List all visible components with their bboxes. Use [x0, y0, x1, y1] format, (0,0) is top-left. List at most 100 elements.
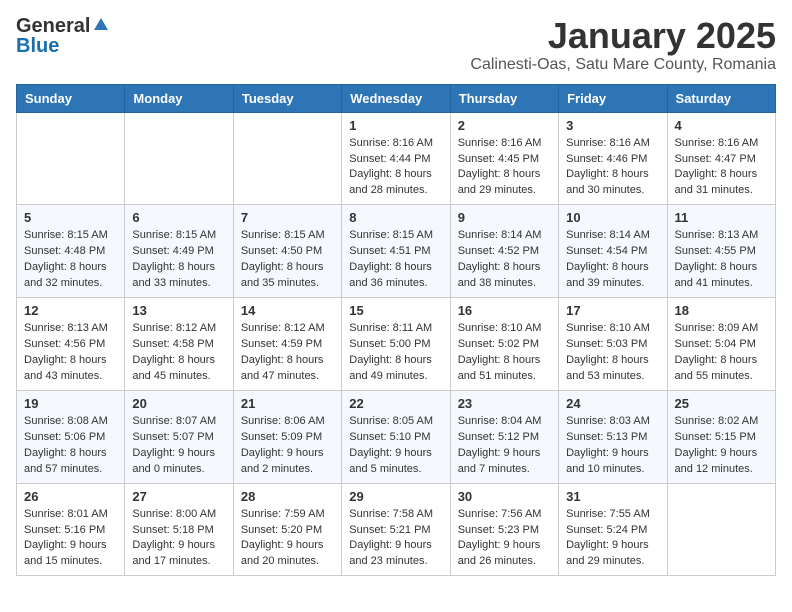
weekday-header-monday: Monday	[125, 84, 233, 112]
calendar-week-row: 26 Sunrise: 8:01 AM Sunset: 5:16 PM Dayli…	[17, 483, 776, 576]
day-number: 2	[458, 118, 551, 133]
calendar-table: SundayMondayTuesdayWednesdayThursdayFrid…	[16, 84, 776, 577]
day-info: Sunrise: 8:15 AM Sunset: 4:51 PM Dayligh…	[349, 228, 442, 292]
day-number: 7	[241, 210, 334, 225]
day-info: Sunrise: 8:10 AM Sunset: 5:03 PM Dayligh…	[566, 321, 659, 385]
calendar-cell: 3 Sunrise: 8:16 AM Sunset: 4:46 PM Daylig…	[559, 112, 667, 205]
calendar-cell: 5 Sunrise: 8:15 AM Sunset: 4:48 PM Daylig…	[17, 205, 125, 298]
day-number: 18	[675, 303, 768, 318]
calendar-cell: 18 Sunrise: 8:09 AM Sunset: 5:04 PM Dayli…	[667, 298, 775, 391]
calendar-cell: 10 Sunrise: 8:14 AM Sunset: 4:54 PM Dayli…	[559, 205, 667, 298]
month-title: January 2025	[470, 16, 776, 56]
day-number: 14	[241, 303, 334, 318]
calendar-cell: 17 Sunrise: 8:10 AM Sunset: 5:03 PM Dayli…	[559, 298, 667, 391]
day-info: Sunrise: 8:05 AM Sunset: 5:10 PM Dayligh…	[349, 414, 442, 478]
calendar-cell: 12 Sunrise: 8:13 AM Sunset: 4:56 PM Dayli…	[17, 298, 125, 391]
day-number: 12	[24, 303, 117, 318]
day-number: 5	[24, 210, 117, 225]
day-number: 17	[566, 303, 659, 318]
day-info: Sunrise: 8:06 AM Sunset: 5:09 PM Dayligh…	[241, 414, 334, 478]
day-info: Sunrise: 8:15 AM Sunset: 4:48 PM Dayligh…	[24, 228, 117, 292]
calendar-header-row: SundayMondayTuesdayWednesdayThursdayFrid…	[17, 84, 776, 112]
day-number: 20	[132, 396, 225, 411]
calendar-cell: 8 Sunrise: 8:15 AM Sunset: 4:51 PM Daylig…	[342, 205, 450, 298]
day-number: 4	[675, 118, 768, 133]
calendar-cell: 19 Sunrise: 8:08 AM Sunset: 5:06 PM Dayli…	[17, 390, 125, 483]
calendar-cell: 25Sunrise: 8:02 AM Sunset: 5:15 PM Dayli…	[667, 390, 775, 483]
calendar-cell: 9 Sunrise: 8:14 AM Sunset: 4:52 PM Daylig…	[450, 205, 558, 298]
calendar-cell	[125, 112, 233, 205]
day-number: 21	[241, 396, 334, 411]
day-info: Sunrise: 8:02 AM Sunset: 5:15 PM Dayligh…	[675, 414, 768, 478]
day-number: 9	[458, 210, 551, 225]
calendar-cell: 31 Sunrise: 7:55 AM Sunset: 5:24 PM Dayli…	[559, 483, 667, 576]
weekday-header-tuesday: Tuesday	[233, 84, 341, 112]
calendar-cell: 13 Sunrise: 8:12 AM Sunset: 4:58 PM Dayli…	[125, 298, 233, 391]
day-info: Sunrise: 8:14 AM Sunset: 4:52 PM Dayligh…	[458, 228, 551, 292]
calendar-week-row: 1 Sunrise: 8:16 AM Sunset: 4:44 PM Daylig…	[17, 112, 776, 205]
calendar-cell: 16Sunrise: 8:10 AM Sunset: 5:02 PM Dayli…	[450, 298, 558, 391]
calendar-week-row: 12 Sunrise: 8:13 AM Sunset: 4:56 PM Dayli…	[17, 298, 776, 391]
location-title: Calinesti-Oas, Satu Mare County, Romania	[470, 56, 776, 74]
weekday-header-wednesday: Wednesday	[342, 84, 450, 112]
calendar-cell: 24Sunrise: 8:03 AM Sunset: 5:13 PM Dayli…	[559, 390, 667, 483]
day-number: 1	[349, 118, 442, 133]
day-info: Sunrise: 8:07 AM Sunset: 5:07 PM Dayligh…	[132, 414, 225, 478]
calendar-cell: 1 Sunrise: 8:16 AM Sunset: 4:44 PM Daylig…	[342, 112, 450, 205]
day-number: 11	[675, 210, 768, 225]
day-info: Sunrise: 8:12 AM Sunset: 4:58 PM Dayligh…	[132, 321, 225, 385]
day-number: 19	[24, 396, 117, 411]
calendar-cell: 22Sunrise: 8:05 AM Sunset: 5:10 PM Dayli…	[342, 390, 450, 483]
day-number: 29	[349, 489, 442, 504]
calendar-cell: 28 Sunrise: 7:59 AM Sunset: 5:20 PM Dayli…	[233, 483, 341, 576]
day-info: Sunrise: 8:16 AM Sunset: 4:47 PM Dayligh…	[675, 136, 768, 200]
day-info: Sunrise: 8:14 AM Sunset: 4:54 PM Dayligh…	[566, 228, 659, 292]
day-info: Sunrise: 7:59 AM Sunset: 5:20 PM Dayligh…	[241, 507, 334, 571]
day-info: Sunrise: 8:16 AM Sunset: 4:46 PM Dayligh…	[566, 136, 659, 200]
weekday-header-friday: Friday	[559, 84, 667, 112]
calendar-cell: 4 Sunrise: 8:16 AM Sunset: 4:47 PM Daylig…	[667, 112, 775, 205]
day-number: 13	[132, 303, 225, 318]
logo: General Blue	[16, 16, 110, 56]
day-info: Sunrise: 7:55 AM Sunset: 5:24 PM Dayligh…	[566, 507, 659, 571]
day-info: Sunrise: 8:13 AM Sunset: 4:55 PM Dayligh…	[675, 228, 768, 292]
calendar-cell: 29 Sunrise: 7:58 AM Sunset: 5:21 PM Dayli…	[342, 483, 450, 576]
calendar-cell: 7 Sunrise: 8:15 AM Sunset: 4:50 PM Daylig…	[233, 205, 341, 298]
calendar-cell	[233, 112, 341, 205]
calendar-cell: 14 Sunrise: 8:12 AM Sunset: 4:59 PM Dayli…	[233, 298, 341, 391]
day-info: Sunrise: 8:08 AM Sunset: 5:06 PM Dayligh…	[24, 414, 117, 478]
calendar-cell: 30Sunrise: 7:56 AM Sunset: 5:23 PM Dayli…	[450, 483, 558, 576]
day-number: 31	[566, 489, 659, 504]
calendar-cell: 21 Sunrise: 8:06 AM Sunset: 5:09 PM Dayli…	[233, 390, 341, 483]
day-info: Sunrise: 8:16 AM Sunset: 4:44 PM Dayligh…	[349, 136, 442, 200]
weekday-header-sunday: Sunday	[17, 84, 125, 112]
day-info: Sunrise: 8:11 AM Sunset: 5:00 PM Dayligh…	[349, 321, 442, 385]
calendar-cell: 20 Sunrise: 8:07 AM Sunset: 5:07 PM Dayli…	[125, 390, 233, 483]
day-info: Sunrise: 8:01 AM Sunset: 5:16 PM Dayligh…	[24, 507, 117, 571]
page-header: General Blue January 2025 Calinesti-Oas,…	[16, 16, 776, 74]
day-number: 24	[566, 396, 659, 411]
day-info: Sunrise: 8:15 AM Sunset: 4:50 PM Dayligh…	[241, 228, 334, 292]
day-number: 8	[349, 210, 442, 225]
day-number: 26	[24, 489, 117, 504]
day-number: 28	[241, 489, 334, 504]
calendar-cell: 15Sunrise: 8:11 AM Sunset: 5:00 PM Dayli…	[342, 298, 450, 391]
calendar-cell	[667, 483, 775, 576]
day-info: Sunrise: 8:16 AM Sunset: 4:45 PM Dayligh…	[458, 136, 551, 200]
day-number: 3	[566, 118, 659, 133]
calendar-week-row: 19 Sunrise: 8:08 AM Sunset: 5:06 PM Dayli…	[17, 390, 776, 483]
calendar-cell	[17, 112, 125, 205]
weekday-header-thursday: Thursday	[450, 84, 558, 112]
day-number: 27	[132, 489, 225, 504]
day-info: Sunrise: 8:04 AM Sunset: 5:12 PM Dayligh…	[458, 414, 551, 478]
day-info: Sunrise: 8:09 AM Sunset: 5:04 PM Dayligh…	[675, 321, 768, 385]
day-info: Sunrise: 7:58 AM Sunset: 5:21 PM Dayligh…	[349, 507, 442, 571]
title-block: January 2025 Calinesti-Oas, Satu Mare Co…	[470, 16, 776, 74]
day-number: 23	[458, 396, 551, 411]
day-number: 10	[566, 210, 659, 225]
day-info: Sunrise: 8:12 AM Sunset: 4:59 PM Dayligh…	[241, 321, 334, 385]
calendar-week-row: 5 Sunrise: 8:15 AM Sunset: 4:48 PM Daylig…	[17, 205, 776, 298]
day-number: 16	[458, 303, 551, 318]
calendar-cell: 11 Sunrise: 8:13 AM Sunset: 4:55 PM Dayli…	[667, 205, 775, 298]
day-info: Sunrise: 8:13 AM Sunset: 4:56 PM Dayligh…	[24, 321, 117, 385]
